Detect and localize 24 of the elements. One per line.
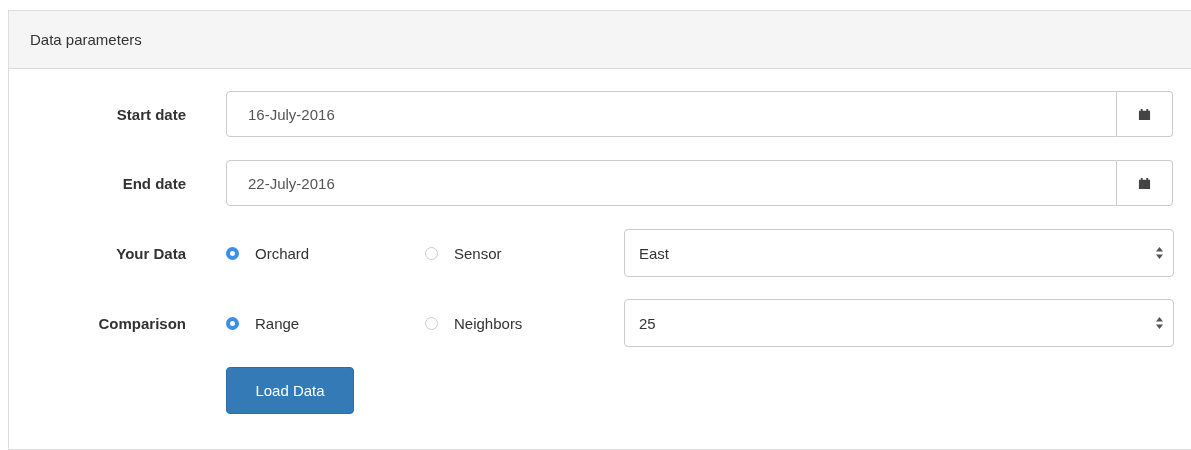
field-label: Your Data xyxy=(115,244,186,262)
radio-button[interactable] xyxy=(425,246,438,260)
date-field[interactable]: 22-July-2016 xyxy=(226,160,1117,206)
spinner-arrows-icon xyxy=(1156,247,1163,259)
select-field[interactable]: 25 xyxy=(624,299,1174,347)
calendar-button[interactable] xyxy=(1117,160,1173,206)
calendar-icon xyxy=(1138,176,1151,190)
date-field[interactable]: 16-July-2016 xyxy=(226,91,1117,137)
load-data-button[interactable]: Load Data xyxy=(226,367,354,414)
radio-option[interactable]: Orchard xyxy=(226,229,425,277)
field-label: Start date xyxy=(115,105,186,123)
radio-option[interactable]: Range xyxy=(226,299,425,347)
calendar-icon xyxy=(1138,107,1151,121)
radio-button[interactable] xyxy=(226,316,239,330)
field-label: Comparison xyxy=(97,314,186,332)
field-label: End date xyxy=(121,174,186,192)
radio-option[interactable]: Neighbors xyxy=(425,299,624,347)
radio-button[interactable] xyxy=(226,246,239,260)
spinner-arrows-icon xyxy=(1156,317,1163,329)
radio-button[interactable] xyxy=(425,316,438,330)
panel-title: Data parameters xyxy=(30,31,142,48)
radio-option[interactable]: Sensor xyxy=(425,229,624,277)
select-field[interactable]: East xyxy=(624,229,1174,277)
calendar-button[interactable] xyxy=(1117,91,1173,137)
